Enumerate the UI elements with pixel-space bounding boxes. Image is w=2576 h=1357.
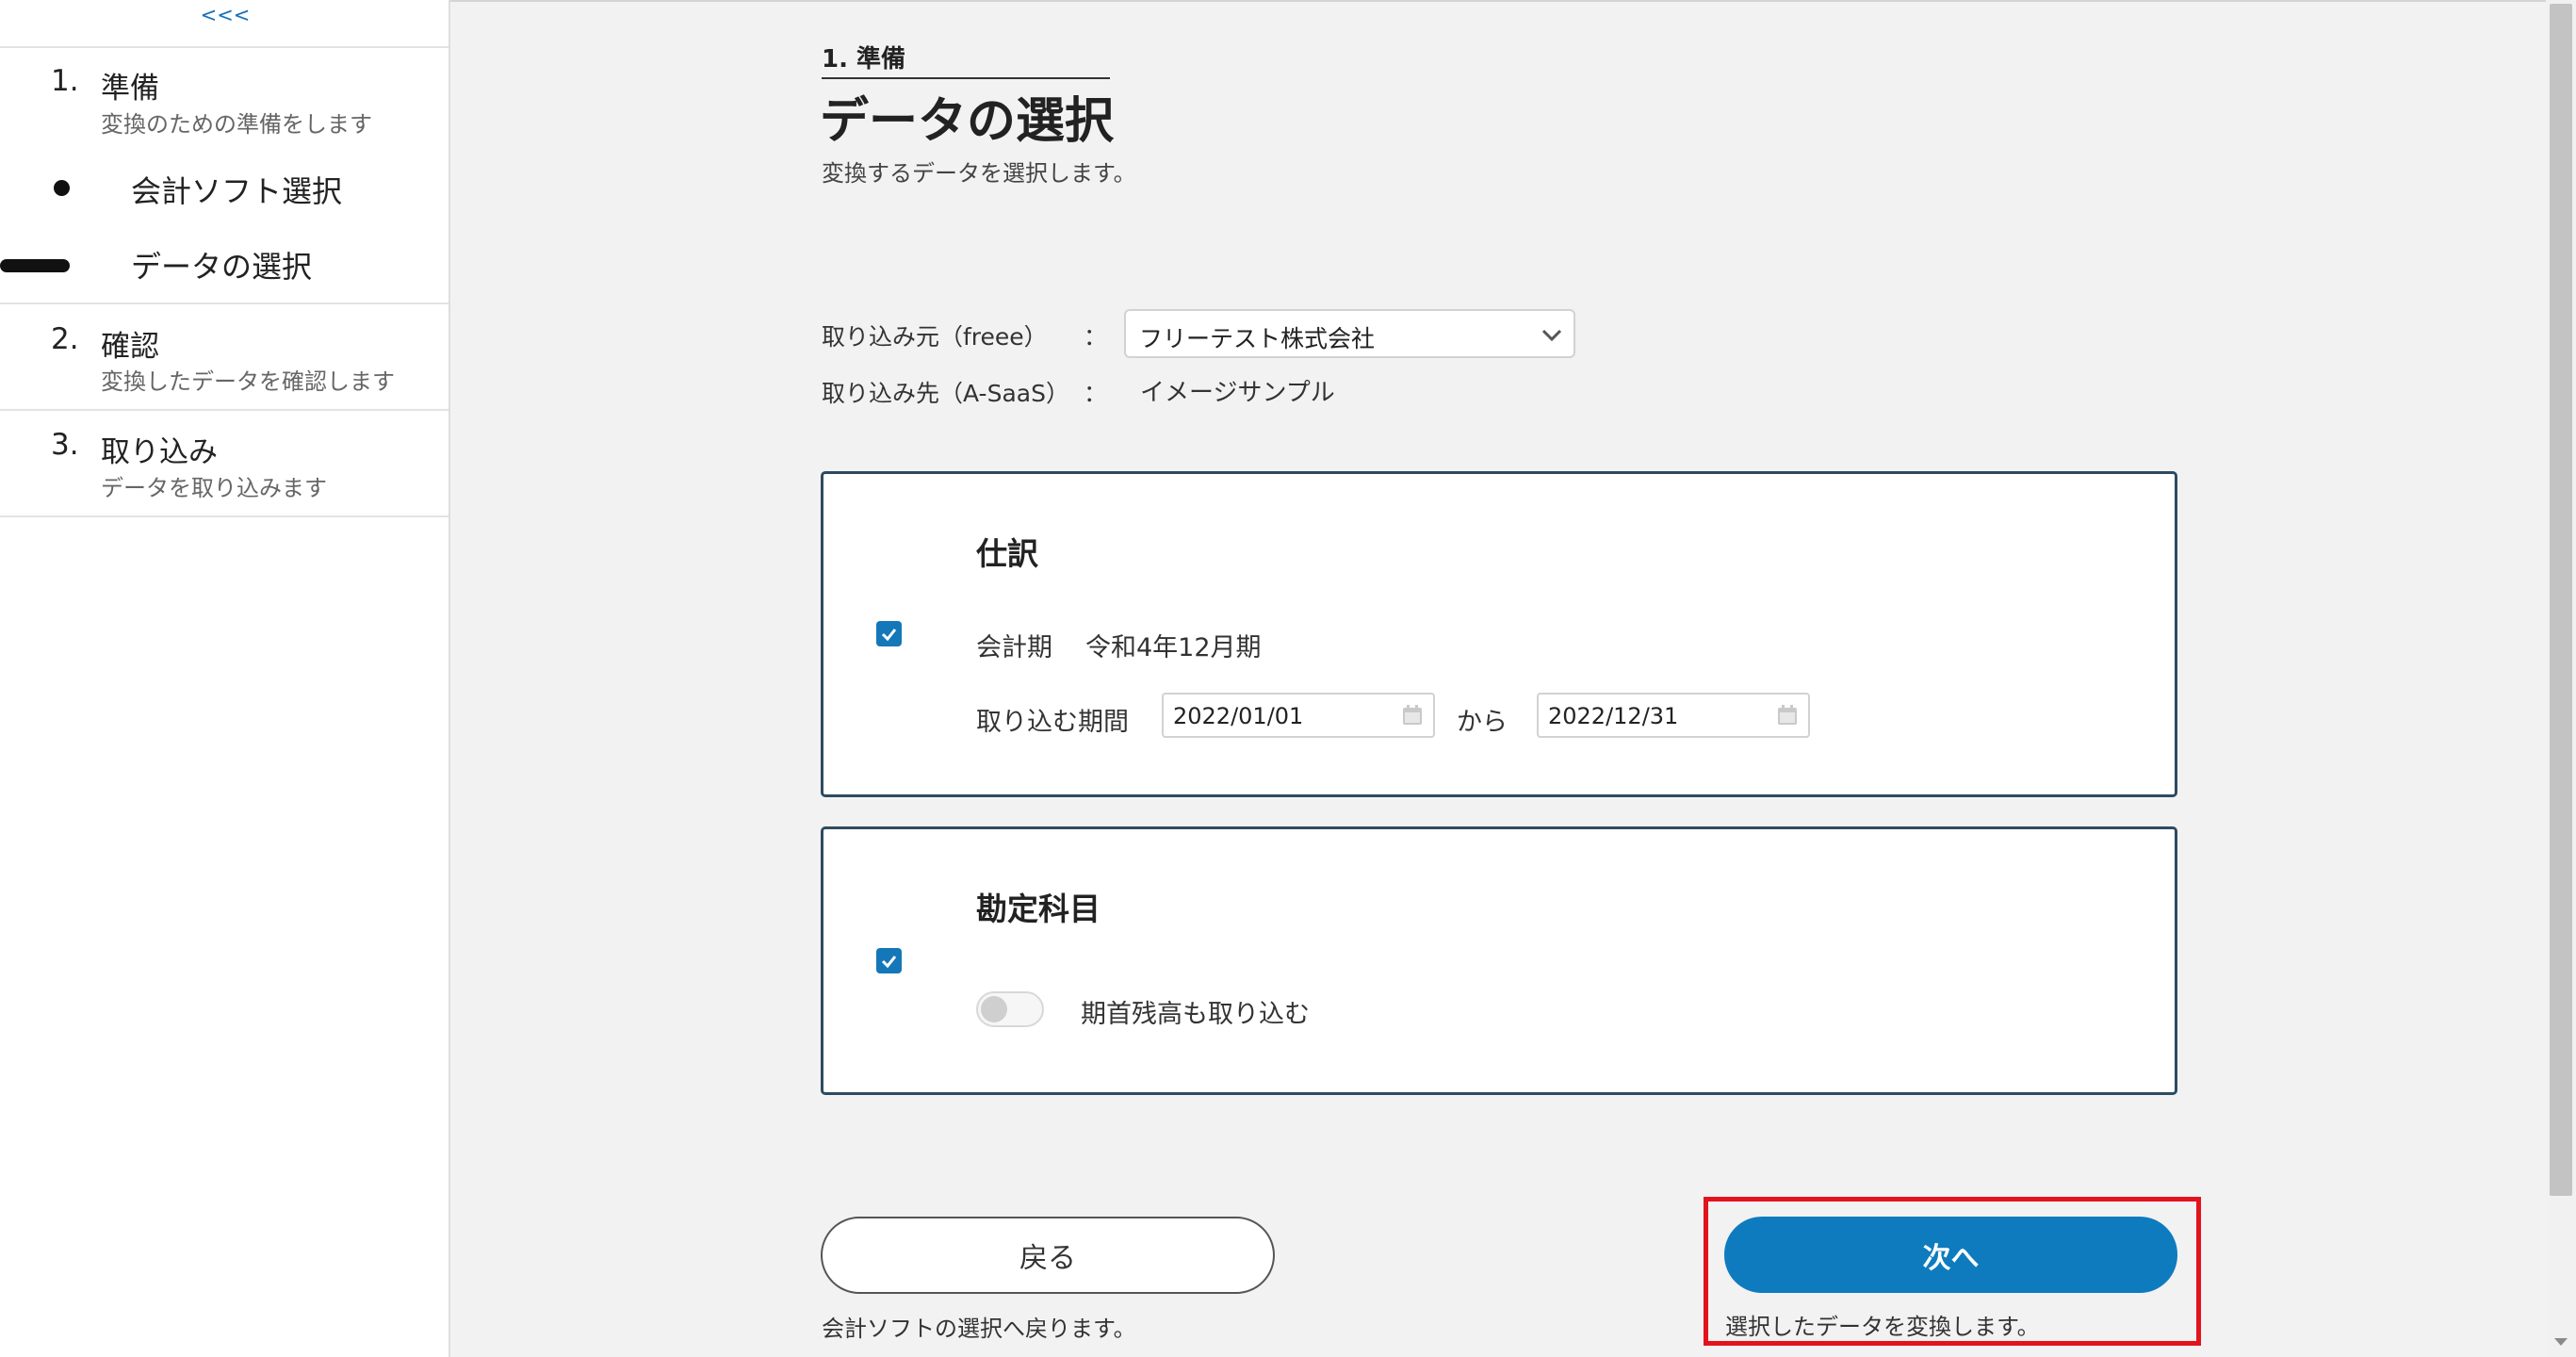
divider	[0, 515, 448, 517]
source-company-value: フリーテスト株式会社	[1139, 325, 1376, 352]
accounts-card: 勘定科目 期首残高も取り込む	[821, 826, 2177, 1095]
journal-card: 仕訳 会計期 令和4年12月期 取り込む期間 2022/01/01 から 202…	[821, 471, 2177, 797]
calendar-icon[interactable]	[1401, 704, 1424, 730]
sidebar: <<< 1. 準備 変換のための準備をします 会計ソフト選択 データの選択 2.…	[0, 0, 450, 1357]
date-to-input[interactable]: 2022/12/31	[1537, 693, 1810, 738]
step-title: 確認	[101, 330, 159, 364]
next-note: 選択したデータを変換します。	[1725, 1314, 2040, 1340]
scroll-down-arrow-icon[interactable]	[2552, 1334, 2569, 1352]
check-icon	[881, 956, 897, 969]
back-note: 会計ソフトの選択へ戻ります。	[822, 1316, 1136, 1342]
check-icon	[881, 629, 897, 642]
date-from-value: 2022/01/01	[1173, 703, 1304, 729]
step-number: 3.	[51, 428, 79, 462]
step-number: 1.	[51, 64, 79, 98]
range-separator: から	[1457, 708, 1508, 737]
chevron-down-icon	[1540, 322, 1564, 351]
breadcrumb-underline	[822, 77, 1110, 79]
destination-value: イメージサンプル	[1140, 379, 1335, 407]
step-subtitle: データを取り込みます	[101, 475, 327, 501]
destination-label: 取り込み先（A-SaaS）	[822, 380, 1069, 407]
sidebar-item-software-select[interactable]: 会計ソフト選択	[131, 168, 342, 211]
fiscal-label: 会計期	[976, 633, 1052, 662]
source-colon: ：	[1084, 323, 1108, 351]
active-indicator	[0, 259, 70, 272]
page-description: 変換するデータを選択します。	[822, 160, 1136, 187]
fiscal-value: 令和4年12月期	[1085, 633, 1262, 662]
divider	[0, 46, 448, 48]
journal-checkbox[interactable]	[876, 621, 902, 646]
card-title: 仕訳	[976, 535, 1038, 572]
bullet-icon	[54, 180, 70, 196]
sidebar-item-data-select[interactable]: データの選択	[131, 243, 312, 286]
toggle-knob	[981, 996, 1007, 1022]
opening-balance-label: 期首残高も取り込む	[1081, 1000, 1310, 1029]
destination-colon: ：	[1084, 380, 1108, 407]
step-title: 取り込み	[101, 435, 218, 469]
step-subtitle: 変換したデータを確認します	[101, 368, 395, 395]
page-title: データの選択	[820, 93, 1115, 150]
collapse-sidebar-button[interactable]: <<<	[0, 4, 450, 26]
source-label: 取り込み元（freee）	[822, 323, 1048, 351]
opening-balance-toggle[interactable]	[976, 991, 1044, 1027]
calendar-icon[interactable]	[1776, 704, 1799, 730]
breadcrumb: 1. 準備	[822, 45, 906, 74]
accounts-checkbox[interactable]	[876, 948, 902, 973]
period-label: 取り込む期間	[976, 708, 1129, 737]
step-number: 2.	[51, 322, 79, 356]
step-title: 準備	[101, 72, 159, 106]
source-company-select[interactable]: フリーテスト株式会社	[1124, 309, 1575, 358]
scrollbar-thumb[interactable]	[2550, 4, 2572, 1196]
back-button[interactable]: 戻る	[821, 1217, 1275, 1294]
card-title: 勘定科目	[976, 891, 1101, 927]
step-subtitle: 変換のための準備をします	[101, 111, 372, 138]
next-button[interactable]: 次へ	[1724, 1217, 2177, 1293]
date-from-input[interactable]: 2022/01/01	[1162, 693, 1435, 738]
date-to-value: 2022/12/31	[1548, 703, 1679, 729]
divider	[0, 409, 448, 411]
divider	[0, 302, 448, 304]
